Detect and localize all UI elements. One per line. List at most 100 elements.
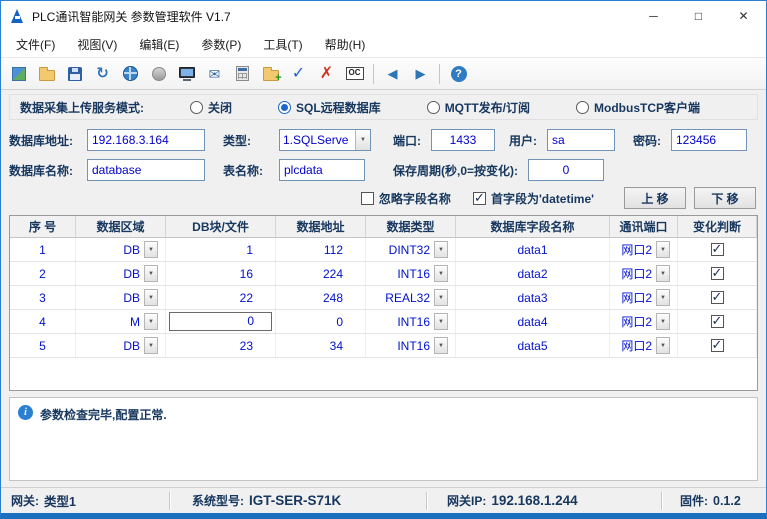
change-checkbox[interactable] — [711, 267, 724, 280]
chevron-down-icon[interactable] — [355, 130, 370, 150]
save-button[interactable] — [61, 60, 88, 87]
ignore-fields-checkbox-wrap[interactable]: 忽略字段名称 — [361, 190, 451, 207]
db-address-input[interactable] — [87, 129, 205, 151]
save-period-input[interactable] — [528, 159, 604, 181]
move-down-button[interactable]: 下 移 — [694, 187, 756, 209]
monitor-button[interactable] — [173, 60, 200, 87]
cell-field-name[interactable]: data5 — [456, 334, 610, 357]
menu-item[interactable]: 参数(P) — [190, 31, 252, 57]
cell-comm-port[interactable]: 网口2 — [610, 286, 678, 309]
cell-db-block[interactable]: 22 — [166, 286, 276, 309]
oc-tool-button[interactable]: OC — [341, 60, 368, 87]
service-mode-option[interactable]: SQL远程数据库 — [278, 99, 381, 116]
column-header[interactable]: DB块/文件 — [166, 216, 276, 237]
service-mode-option[interactable]: MQTT发布/订阅 — [427, 99, 530, 116]
cell-data-area[interactable]: DB — [76, 286, 166, 309]
cell-field-name[interactable]: data1 — [456, 238, 610, 261]
help-button[interactable]: ? — [445, 60, 472, 87]
menu-item[interactable]: 工具(T) — [252, 31, 313, 57]
cell-field-name[interactable]: data4 — [456, 310, 610, 333]
chevron-down-icon[interactable] — [144, 265, 158, 282]
menu-item[interactable]: 视图(V) — [66, 31, 128, 57]
table-name-input[interactable] — [279, 159, 365, 181]
cell-data-area[interactable]: DB — [76, 262, 166, 285]
password-input[interactable] — [671, 129, 747, 151]
open-button[interactable] — [33, 60, 60, 87]
refresh-button[interactable]: ↻ — [89, 60, 116, 87]
db-name-input[interactable] — [87, 159, 205, 181]
cell-data-type[interactable]: INT16 — [366, 262, 456, 285]
service-mode-option[interactable]: 关闭 — [190, 99, 232, 116]
apply-button[interactable]: ✓ — [285, 60, 312, 87]
forward-button[interactable]: ▶ — [407, 60, 434, 87]
change-checkbox[interactable] — [711, 315, 724, 328]
back-button[interactable]: ◀ — [379, 60, 406, 87]
cell-db-block[interactable]: 16 — [166, 262, 276, 285]
cell-data-type[interactable]: INT16 — [366, 310, 456, 333]
chevron-down-icon[interactable] — [434, 265, 448, 282]
minimize-button[interactable]: ─ — [631, 1, 676, 31]
cell-comm-port[interactable]: 网口2 — [610, 238, 678, 261]
db-type-select[interactable]: 1.SQLServe — [279, 129, 371, 151]
menu-item[interactable]: 帮助(H) — [314, 31, 377, 57]
ignore-fields-checkbox[interactable] — [361, 192, 374, 205]
table-row[interactable]: 4 M 0 0 INT16 data4 — [10, 310, 757, 334]
cell-field-name[interactable]: data2 — [456, 262, 610, 285]
cancel-button[interactable]: ✗ — [313, 60, 340, 87]
column-header[interactable]: 数据库字段名称 — [456, 216, 610, 237]
scan-button[interactable] — [145, 60, 172, 87]
cell-data-address[interactable]: 0 — [276, 310, 366, 333]
chevron-down-icon[interactable] — [434, 241, 448, 258]
chevron-down-icon[interactable] — [656, 337, 670, 354]
cell-data-area[interactable]: DB — [76, 238, 166, 261]
chevron-down-icon[interactable] — [434, 289, 448, 306]
cell-field-name[interactable]: data3 — [456, 286, 610, 309]
chevron-down-icon[interactable] — [656, 313, 670, 330]
table-row[interactable]: 2 DB 16 224 INT16 data2 — [10, 262, 757, 286]
cell-comm-port[interactable]: 网口2 — [610, 262, 678, 285]
cell-data-type[interactable]: DINT32 — [366, 238, 456, 261]
mail-button[interactable]: ✉ — [201, 60, 228, 87]
cell-db-block[interactable]: 1 — [166, 238, 276, 261]
change-checkbox[interactable] — [711, 339, 724, 352]
change-checkbox[interactable] — [711, 291, 724, 304]
cell-db-block[interactable]: 23 — [166, 334, 276, 357]
change-checkbox[interactable] — [711, 243, 724, 256]
chevron-down-icon[interactable] — [144, 241, 158, 258]
chevron-down-icon[interactable] — [144, 337, 158, 354]
menu-item[interactable]: 文件(F) — [5, 31, 66, 57]
port-input[interactable] — [431, 129, 495, 151]
cell-data-address[interactable]: 112 — [276, 238, 366, 261]
cell-data-type[interactable]: REAL32 — [366, 286, 456, 309]
column-header[interactable]: 变化判断 — [678, 216, 757, 237]
cell-db-block[interactable]: 0 — [166, 310, 276, 333]
chevron-down-icon[interactable] — [656, 265, 670, 282]
cell-data-type[interactable]: INT16 — [366, 334, 456, 357]
cell-comm-port[interactable]: 网口2 — [610, 310, 678, 333]
table-row[interactable]: 5 DB 23 34 INT16 data5 — [10, 334, 757, 358]
chevron-down-icon[interactable] — [144, 289, 158, 306]
chevron-down-icon[interactable] — [434, 337, 448, 354]
table-row[interactable]: 1 DB 1 112 DINT32 data1 — [10, 238, 757, 262]
close-button[interactable]: ✕ — [721, 1, 766, 31]
chevron-down-icon[interactable] — [656, 241, 670, 258]
column-header[interactable]: 数据地址 — [276, 216, 366, 237]
table-row[interactable]: 3 DB 22 248 REAL32 data3 — [10, 286, 757, 310]
chevron-down-icon[interactable] — [656, 289, 670, 306]
cell-data-address[interactable]: 224 — [276, 262, 366, 285]
cell-data-address[interactable]: 248 — [276, 286, 366, 309]
cell-data-area[interactable]: DB — [76, 334, 166, 357]
column-header[interactable]: 数据类型 — [366, 216, 456, 237]
column-header[interactable]: 序 号 — [10, 216, 76, 237]
web-button[interactable] — [117, 60, 144, 87]
service-mode-option[interactable]: ModbusTCP客户端 — [576, 99, 700, 116]
cell-data-address[interactable]: 34 — [276, 334, 366, 357]
maximize-button[interactable]: □ — [676, 1, 721, 31]
calculator-button[interactable] — [229, 60, 256, 87]
chevron-down-icon[interactable] — [434, 313, 448, 330]
add-folder-button[interactable] — [257, 60, 284, 87]
column-header[interactable]: 通讯端口 — [610, 216, 678, 237]
connect-button[interactable] — [5, 60, 32, 87]
cell-comm-port[interactable]: 网口2 — [610, 334, 678, 357]
column-header[interactable]: 数据区域 — [76, 216, 166, 237]
